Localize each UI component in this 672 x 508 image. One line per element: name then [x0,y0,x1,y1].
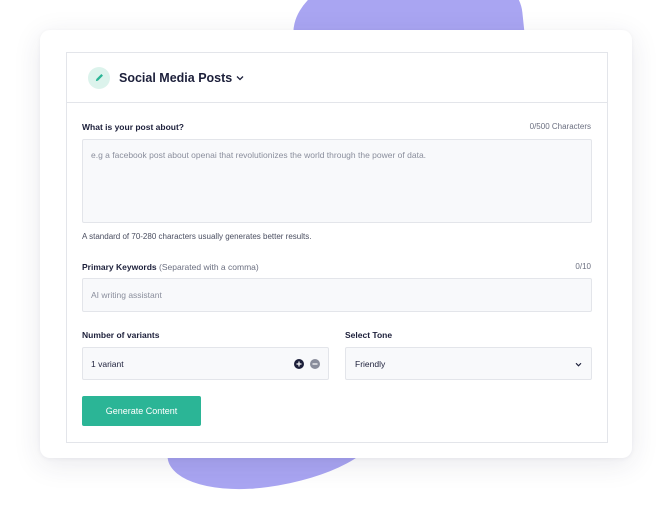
tone-select[interactable]: Friendly [345,347,592,380]
template-title[interactable]: Social Media Posts [119,71,232,85]
post-character-counter: 0/500 Characters [529,122,591,131]
pencil-icon [88,66,110,89]
tone-selected-value: Friendly [355,358,386,369]
plus-circle-icon[interactable] [294,358,304,369]
minus-circle-icon[interactable] [310,358,320,369]
tone-label: Select Tone [345,330,393,340]
keywords-counter: 0/10 [575,262,591,271]
variants-stepper[interactable]: 1 variant [82,347,329,380]
variants-value: 1 variant [91,358,124,369]
variants-label: Number of variants [82,330,160,340]
form-header: Social Media Posts [67,53,607,103]
post-topic-label: What is your post about? [82,122,184,132]
keywords-label-text: Primary Keywords [82,262,157,272]
chevron-down-icon[interactable] [236,75,244,81]
post-length-hint: A standard of 70-280 characters usually … [82,232,312,241]
chevron-down-icon [575,359,582,369]
form-card: Social Media Posts [66,52,608,443]
keywords-label: Primary Keywords (Separated with a comma… [82,262,259,272]
keywords-input[interactable] [82,278,592,312]
generate-content-button[interactable]: Generate Content [82,396,201,426]
keywords-label-note: (Separated with a comma) [159,262,259,272]
post-topic-textarea[interactable] [82,139,592,223]
